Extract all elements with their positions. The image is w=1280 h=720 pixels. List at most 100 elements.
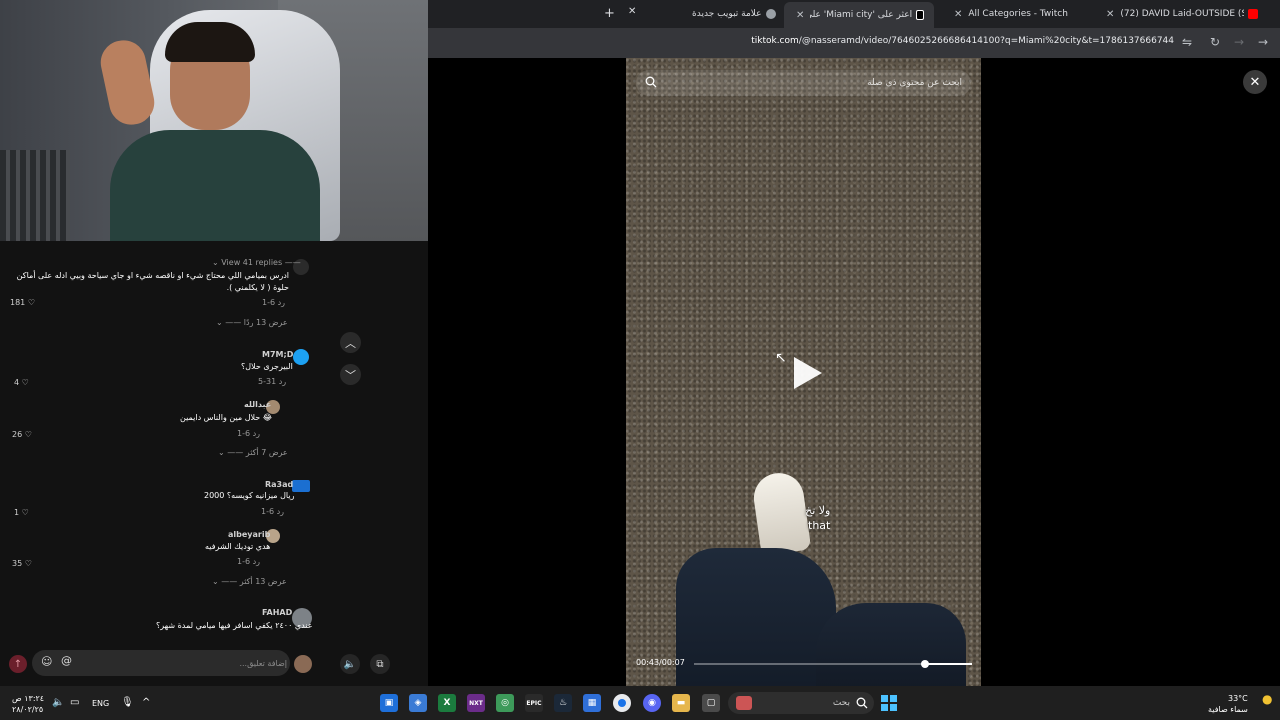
speaker-icon[interactable]: 🔈 xyxy=(52,697,64,708)
reload-icon[interactable]: ↻ xyxy=(1210,35,1220,49)
chevron-down-icon: ⌄ xyxy=(218,448,228,457)
taskbar-app-discord-icon[interactable]: ◉ xyxy=(643,694,661,712)
weather-description[interactable]: سماء صافية xyxy=(1208,705,1248,714)
taskbar-app-store-icon[interactable]: ▦ xyxy=(583,694,601,712)
pip-icon: ⧉ xyxy=(376,658,384,670)
like-count-value: 4 xyxy=(14,378,20,387)
play-icon[interactable] xyxy=(786,353,826,393)
view-replies-label: View 41 replies —— xyxy=(221,258,301,267)
network-icon[interactable]: ▭ xyxy=(70,697,79,708)
taskbar-app-steam-icon[interactable]: ♨ xyxy=(554,694,572,712)
start-button[interactable] xyxy=(880,694,898,712)
comment-meta[interactable]: 1-6 رد xyxy=(261,507,284,516)
show-more-replies[interactable]: ⌄ —— عرض 13 أكثر xyxy=(212,577,287,586)
language-indicator[interactable]: ENG xyxy=(92,699,109,708)
new-tab-button[interactable]: + xyxy=(604,6,615,21)
progress-knob[interactable] xyxy=(921,660,929,668)
site-settings-icon[interactable]: ⇋ xyxy=(1182,35,1192,49)
taskbar-app-window-icon[interactable]: ▢ xyxy=(702,694,720,712)
forward-icon[interactable]: → xyxy=(1234,35,1244,49)
show-more-replies[interactable]: ⌄ —— عرض 7 أكثر xyxy=(218,448,288,457)
emoji-icon[interactable]: ☺ xyxy=(41,655,52,668)
caption-line: ولا تخ xyxy=(805,504,831,517)
comment-username[interactable]: albeyarib xyxy=(228,530,270,539)
close-video-button[interactable]: ✕ xyxy=(1243,70,1267,94)
url-host: tiktok.com xyxy=(751,36,799,46)
address-bar: tiktok.com/@nasseramd/video/764602526668… xyxy=(428,28,1280,58)
like-count[interactable]: 181 ♡ xyxy=(10,298,35,307)
webcam-person-shirt xyxy=(110,130,320,241)
like-count[interactable]: 35 ♡ xyxy=(12,559,32,568)
chevron-up-icon[interactable]: ^ xyxy=(142,697,150,708)
close-tab-icon[interactable]: ✕ xyxy=(628,6,636,17)
taskbar-app-chrome-icon[interactable] xyxy=(613,694,631,712)
webcam-person-hand xyxy=(96,36,159,129)
comment-input-bar: ☺ @ xyxy=(32,650,290,676)
taskbar-search-input[interactable] xyxy=(758,695,850,711)
comment-meta[interactable]: 5-31 رد xyxy=(258,377,286,386)
comment-text: هدي توديك الشرفيه xyxy=(205,542,271,551)
tab-tiktok[interactable]: ✕ اعثر على 'Miami city' على TikTok xyxy=(784,2,934,28)
comment-input[interactable] xyxy=(92,655,287,671)
back-icon[interactable]: → xyxy=(1258,35,1268,49)
mention-icon[interactable]: @ xyxy=(61,654,72,667)
clock-date[interactable]: ٢٨/٠٢/٢٥ xyxy=(12,705,43,714)
taskbar-app-folder-icon[interactable]: ▬ xyxy=(672,694,690,712)
comment-username[interactable]: FAHAD xyxy=(262,608,292,617)
url-field[interactable]: tiktok.com/@nasseramd/video/764602526668… xyxy=(751,36,1174,46)
close-icon[interactable]: ✕ xyxy=(1106,9,1114,20)
video-player[interactable]: ولا تخ that 00:43/00:07 xyxy=(626,58,981,686)
miniplayer-button[interactable]: ⧉ xyxy=(370,654,390,674)
microphone-icon[interactable]: 🎙 xyxy=(121,697,134,708)
taskbar-app-shield-icon[interactable]: ◈ xyxy=(409,694,427,712)
comments-panel: ⌄ View 41 replies —— ادرس بميامي اللي مح… xyxy=(0,241,428,686)
like-count[interactable]: 26 ♡ xyxy=(12,430,32,439)
show-more-replies[interactable]: ⌄ —— عرض 13 ردًا xyxy=(216,318,288,327)
comment-username[interactable]: M7M;D xyxy=(262,350,293,359)
chevron-down-icon: ⌄ xyxy=(212,258,222,267)
weather-icon[interactable]: ● xyxy=(1262,692,1272,706)
taskbar-app-excel-icon[interactable]: X xyxy=(438,694,456,712)
taskbar-app-green-icon[interactable]: ◎ xyxy=(496,694,514,712)
clock-time[interactable]: ١٣:٢٤ ص xyxy=(12,694,44,703)
search-icon xyxy=(856,697,868,709)
comment-meta[interactable]: 1-6 رد xyxy=(262,298,285,307)
weather-temperature[interactable]: 33°C xyxy=(1228,694,1248,703)
tab-new-tab[interactable]: علامة تبويب جديدة xyxy=(692,4,788,24)
volume-button[interactable]: 🔈 xyxy=(340,654,360,674)
taskbar-app-next-icon[interactable]: NXT xyxy=(467,694,485,712)
youtube-icon xyxy=(1248,9,1259,19)
mouse-cursor-icon: ↖ xyxy=(775,350,787,366)
arrow-up-icon: ↑ xyxy=(13,658,23,670)
chevron-down-icon: ⌄ xyxy=(212,577,222,586)
post-comment-button[interactable]: ↑ xyxy=(9,655,27,673)
tab-youtube[interactable]: ✕ (72) DAVID Laid-OUTSIDE (SLO… xyxy=(1100,4,1280,24)
show-more-label: —— عرض 13 ردًا xyxy=(225,318,288,327)
tab-title: علامة تبويب جديدة xyxy=(692,9,762,19)
search-icon xyxy=(645,76,657,88)
like-count-value: 181 xyxy=(10,298,26,307)
video-progress-bar[interactable] xyxy=(694,660,972,668)
next-video-button[interactable]: ﹀ xyxy=(340,364,361,385)
close-icon[interactable]: ✕ xyxy=(954,9,962,20)
user-avatar[interactable] xyxy=(294,655,312,673)
comment-meta[interactable]: 1-6 رد xyxy=(237,557,260,566)
chrome-icon xyxy=(765,9,776,19)
comment-username[interactable]: Ra3ad xyxy=(265,480,293,489)
comment-text: حلال مين والناس دايمين 😂 xyxy=(180,413,273,422)
taskbar-app-window-icon[interactable]: ▣ xyxy=(380,694,398,712)
video-search-input[interactable] xyxy=(662,74,962,92)
previous-video-button[interactable]: ︿ xyxy=(340,332,361,353)
close-icon[interactable]: ✕ xyxy=(796,10,804,21)
comment-text: البيرجرى حلال؟ xyxy=(241,362,293,371)
like-count[interactable]: 1 ♡ xyxy=(14,508,29,517)
close-icon: ✕ xyxy=(1249,74,1261,90)
comment-meta[interactable]: 1-6 رد xyxy=(237,429,260,438)
tiktok-icon xyxy=(916,10,924,20)
view-replies-button[interactable]: ⌄ View 41 replies —— xyxy=(212,258,301,267)
like-count[interactable]: 4 ♡ xyxy=(14,378,29,387)
show-more-label: —— عرض 13 أكثر xyxy=(221,577,287,586)
taskbar-app-epic-icon[interactable]: EPIC xyxy=(525,694,543,712)
tab-twitch[interactable]: ✕ All Categories - Twitch xyxy=(948,4,1098,24)
comment-username[interactable]: عبدالله xyxy=(244,400,271,409)
